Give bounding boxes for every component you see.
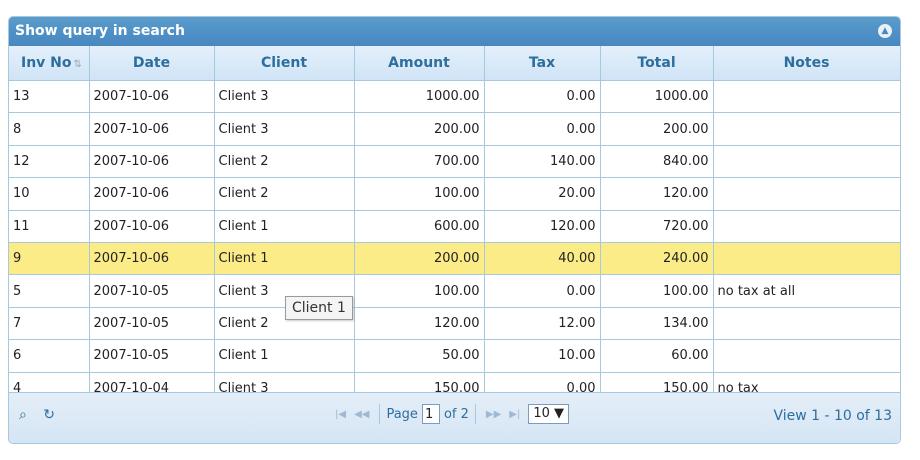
next-page-icon[interactable]: ▶▶ <box>486 409 501 420</box>
table-cell: 2007-10-06 <box>89 210 215 243</box>
table-cell: 200.00 <box>354 242 485 276</box>
table-cell: 100.00 <box>354 177 485 211</box>
table-cell <box>713 339 900 373</box>
last-page-icon[interactable]: ▶| <box>509 409 520 420</box>
table-cell: 2007-10-06 <box>89 242 215 276</box>
pager-separator <box>474 404 476 424</box>
grid-titlebar: Show query in search ▲ <box>9 17 900 46</box>
table-cell: 13 <box>9 80 90 114</box>
table-cell: 2007-10-06 <box>89 80 215 114</box>
table-row[interactable]: 6 2007-10-05 Client 1 50.00 10.00 60.00 <box>9 339 900 373</box>
table-cell: 7 <box>9 307 90 341</box>
table-cell <box>713 145 900 179</box>
table-cell: 11 <box>9 210 90 243</box>
table-cell: 2007-10-06 <box>89 177 215 211</box>
table-cell <box>713 242 900 276</box>
table-cell: Client 1 <box>214 210 355 243</box>
invoice-grid: Show query in search ▲ Inv No ⇅ Date Clie… <box>8 16 901 444</box>
table-cell: 720.00 <box>600 210 714 243</box>
prev-page-icon[interactable]: ◀◀ <box>354 409 369 420</box>
col-header-notes[interactable]: Notes <box>713 46 900 81</box>
col-header-amount[interactable]: Amount <box>354 46 485 81</box>
table-cell: 2007-10-06 <box>89 145 215 179</box>
table-cell: 100.00 <box>600 274 714 308</box>
table-row[interactable]: 10 2007-10-06 Client 2 100.00 20.00 120.00 <box>9 177 900 211</box>
sort-icon[interactable]: ⇅ <box>74 59 82 70</box>
collapse-icon[interactable]: ▲ <box>878 24 892 38</box>
rows-per-page-select[interactable]: 10 ▼ <box>528 404 570 424</box>
table-cell: Client 2 <box>214 177 355 211</box>
table-cell: no tax at all <box>713 274 900 308</box>
table-cell: 2007-10-05 <box>89 307 215 341</box>
table-row[interactable]: 8 2007-10-06 Client 3 200.00 0.00 200.00 <box>9 112 900 146</box>
table-cell: 60.00 <box>600 339 714 373</box>
table-cell: 840.00 <box>600 145 714 179</box>
table-cell: Client 1 <box>214 339 355 373</box>
refresh-icon[interactable]: ↻ <box>43 407 55 423</box>
table-cell: 10 <box>9 177 90 211</box>
table-cell: 120.00 <box>354 307 485 341</box>
col-header-date[interactable]: Date <box>89 46 215 81</box>
grid-title: Show query in search <box>15 23 185 39</box>
table-cell: 6 <box>9 339 90 373</box>
table-cell: 20.00 <box>484 177 601 211</box>
table-cell: 134.00 <box>600 307 714 341</box>
table-cell: 50.00 <box>354 339 485 373</box>
table-cell <box>713 112 900 146</box>
table-cell: 0.00 <box>484 274 601 308</box>
table-cell <box>713 177 900 211</box>
view-records-text: View 1 - 10 of 13 <box>773 408 892 424</box>
table-cell: 200.00 <box>600 112 714 146</box>
table-cell: 1000.00 <box>354 80 485 114</box>
grid-table: Inv No ⇅ Date Client Amount Tax Total Not… <box>9 46 900 405</box>
table-row[interactable]: 12 2007-10-06 Client 2 700.00 140.00 840.00 <box>9 145 900 179</box>
table-cell: 2007-10-05 <box>89 274 215 308</box>
table-cell <box>713 210 900 243</box>
table-cell: 8 <box>9 112 90 146</box>
page-label: Page <box>386 406 418 422</box>
pager: ⌕ ↻ |◀ ◀◀ Page of 2 ▶▶ ▶| 10 ▼ View 1 - … <box>9 392 900 443</box>
table-cell: 0.00 <box>484 80 601 114</box>
table-cell: 1000.00 <box>600 80 714 114</box>
table-cell: 12.00 <box>484 307 601 341</box>
table-cell: 10.00 <box>484 339 601 373</box>
table-cell: 0.00 <box>484 112 601 146</box>
table-cell: 600.00 <box>354 210 485 243</box>
col-header-inv-no[interactable]: Inv No ⇅ <box>9 46 90 81</box>
table-cell: 140.00 <box>484 145 601 179</box>
table-cell: 2007-10-06 <box>89 112 215 146</box>
table-cell: 700.00 <box>354 145 485 179</box>
client-tooltip: Client 1 <box>285 296 353 320</box>
table-cell: Client 2 <box>214 145 355 179</box>
table-cell <box>713 307 900 341</box>
table-cell: 200.00 <box>354 112 485 146</box>
table-row[interactable]: 7 2007-10-05 Client 2 120.00 12.00 134.00 <box>9 307 900 341</box>
table-cell: 240.00 <box>600 242 714 276</box>
col-header-tax[interactable]: Tax <box>484 46 601 81</box>
table-cell: 100.00 <box>354 274 485 308</box>
table-cell: 2007-10-05 <box>89 339 215 373</box>
col-header-client[interactable]: Client <box>214 46 355 81</box>
table-row[interactable]: 9 2007-10-06 Client 1 200.00 40.00 240.00 <box>9 242 900 276</box>
header-row: Inv No ⇅ Date Client Amount Tax Total Not… <box>9 46 900 81</box>
table-cell: 9 <box>9 242 90 276</box>
table-cell <box>713 80 900 114</box>
table-cell: Client 3 <box>214 80 355 114</box>
table-cell: 5 <box>9 274 90 308</box>
first-page-icon[interactable]: |◀ <box>335 409 346 420</box>
table-row[interactable]: 5 2007-10-05 Client 3 100.00 0.00 100.00 no ta… <box>9 274 900 308</box>
table-cell: 120.00 <box>600 177 714 211</box>
table-cell: Client 3 <box>214 112 355 146</box>
table-row[interactable]: 13 2007-10-06 Client 3 1000.00 0.00 1000.00 <box>9 80 900 114</box>
table-cell: 120.00 <box>484 210 601 243</box>
col-header-total[interactable]: Total <box>600 46 714 81</box>
search-icon[interactable]: ⌕ <box>19 407 27 423</box>
page-of-label: of 2 <box>443 406 469 422</box>
table-cell: Client 1 <box>214 242 355 276</box>
table-cell: 12 <box>9 145 90 179</box>
table-row[interactable]: 11 2007-10-06 Client 1 600.00 120.00 720.00 <box>9 210 900 243</box>
page-input[interactable] <box>421 404 440 424</box>
table-cell: 40.00 <box>484 242 601 276</box>
pager-separator <box>379 404 381 424</box>
